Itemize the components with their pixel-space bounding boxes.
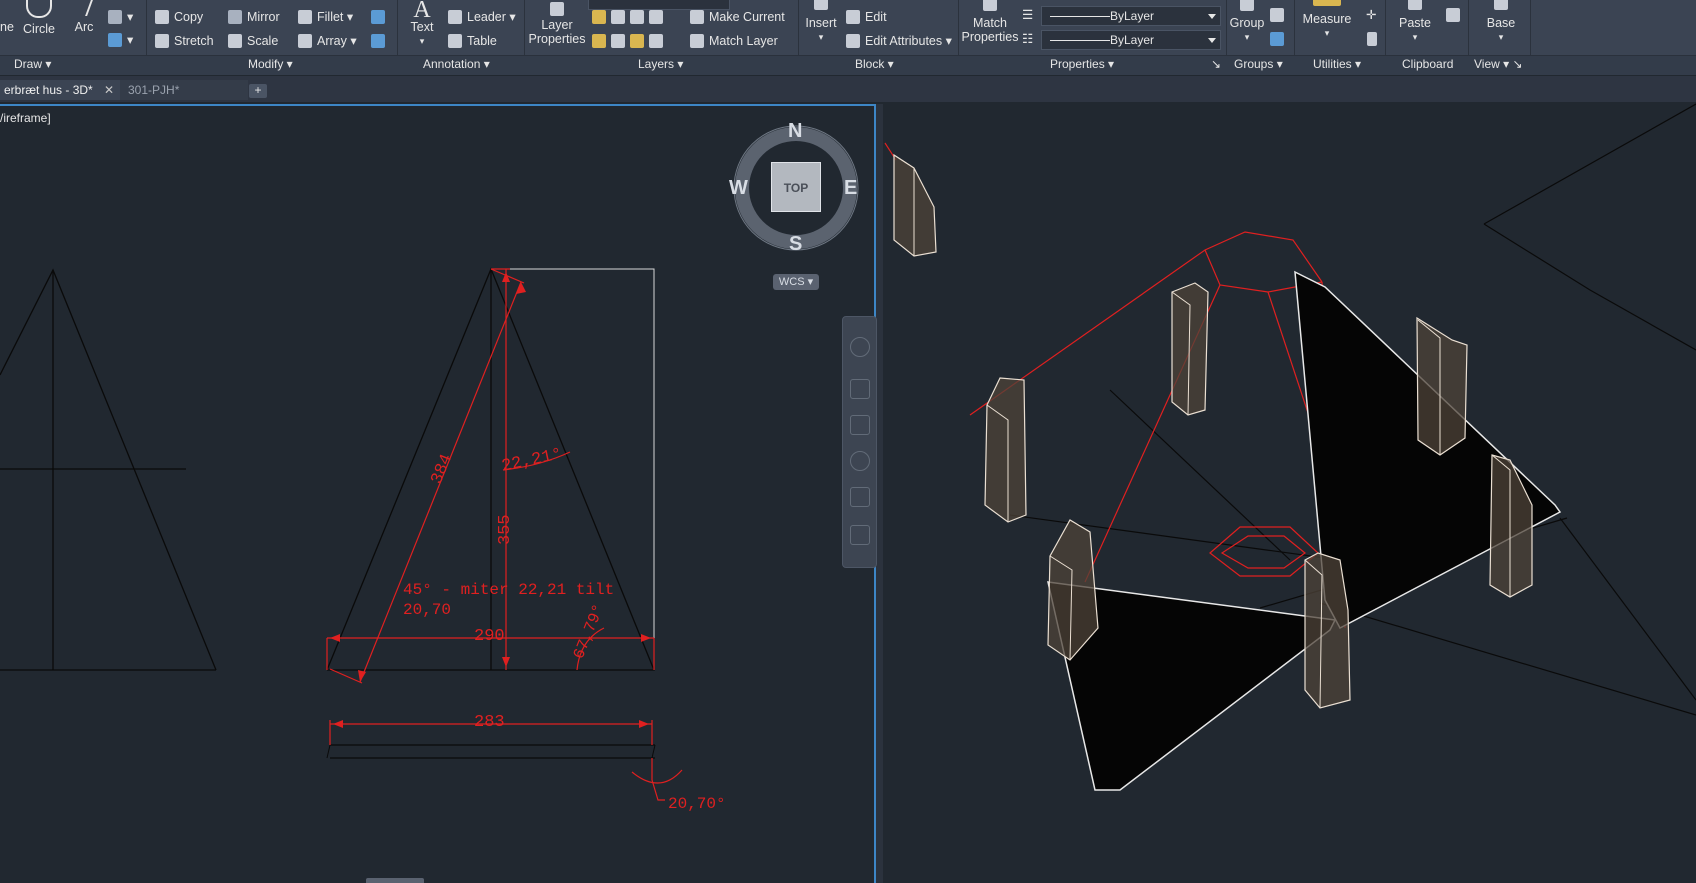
model-layout-handle[interactable] — [366, 878, 424, 883]
dim-20-70-angle: 20,70° — [668, 795, 726, 813]
compass-north[interactable]: N — [788, 120, 802, 143]
viewcube-top[interactable]: TOP — [771, 162, 821, 212]
compass-west[interactable]: W — [729, 177, 748, 200]
compass-east[interactable]: E — [844, 177, 857, 200]
pan-icon[interactable] — [850, 379, 870, 399]
showmotion-icon[interactable] — [850, 487, 870, 507]
orbit-icon[interactable] — [850, 451, 870, 471]
dim-290: 290 — [474, 627, 505, 646]
dim-283: 283 — [474, 713, 505, 732]
dim-note-20-70: 20,70 — [403, 601, 452, 619]
navbar-settings-icon[interactable] — [850, 525, 870, 545]
steering-wheel-icon[interactable] — [850, 337, 870, 357]
compass-south[interactable]: S — [789, 233, 802, 256]
dim-355: 355 — [496, 514, 515, 545]
navigation-bar — [842, 316, 877, 568]
zoom-icon[interactable] — [850, 415, 870, 435]
dim-note-miter: 45° - miter 22,21 tilt — [403, 581, 615, 599]
wcs-menu[interactable]: WCS ▾ — [773, 274, 819, 290]
